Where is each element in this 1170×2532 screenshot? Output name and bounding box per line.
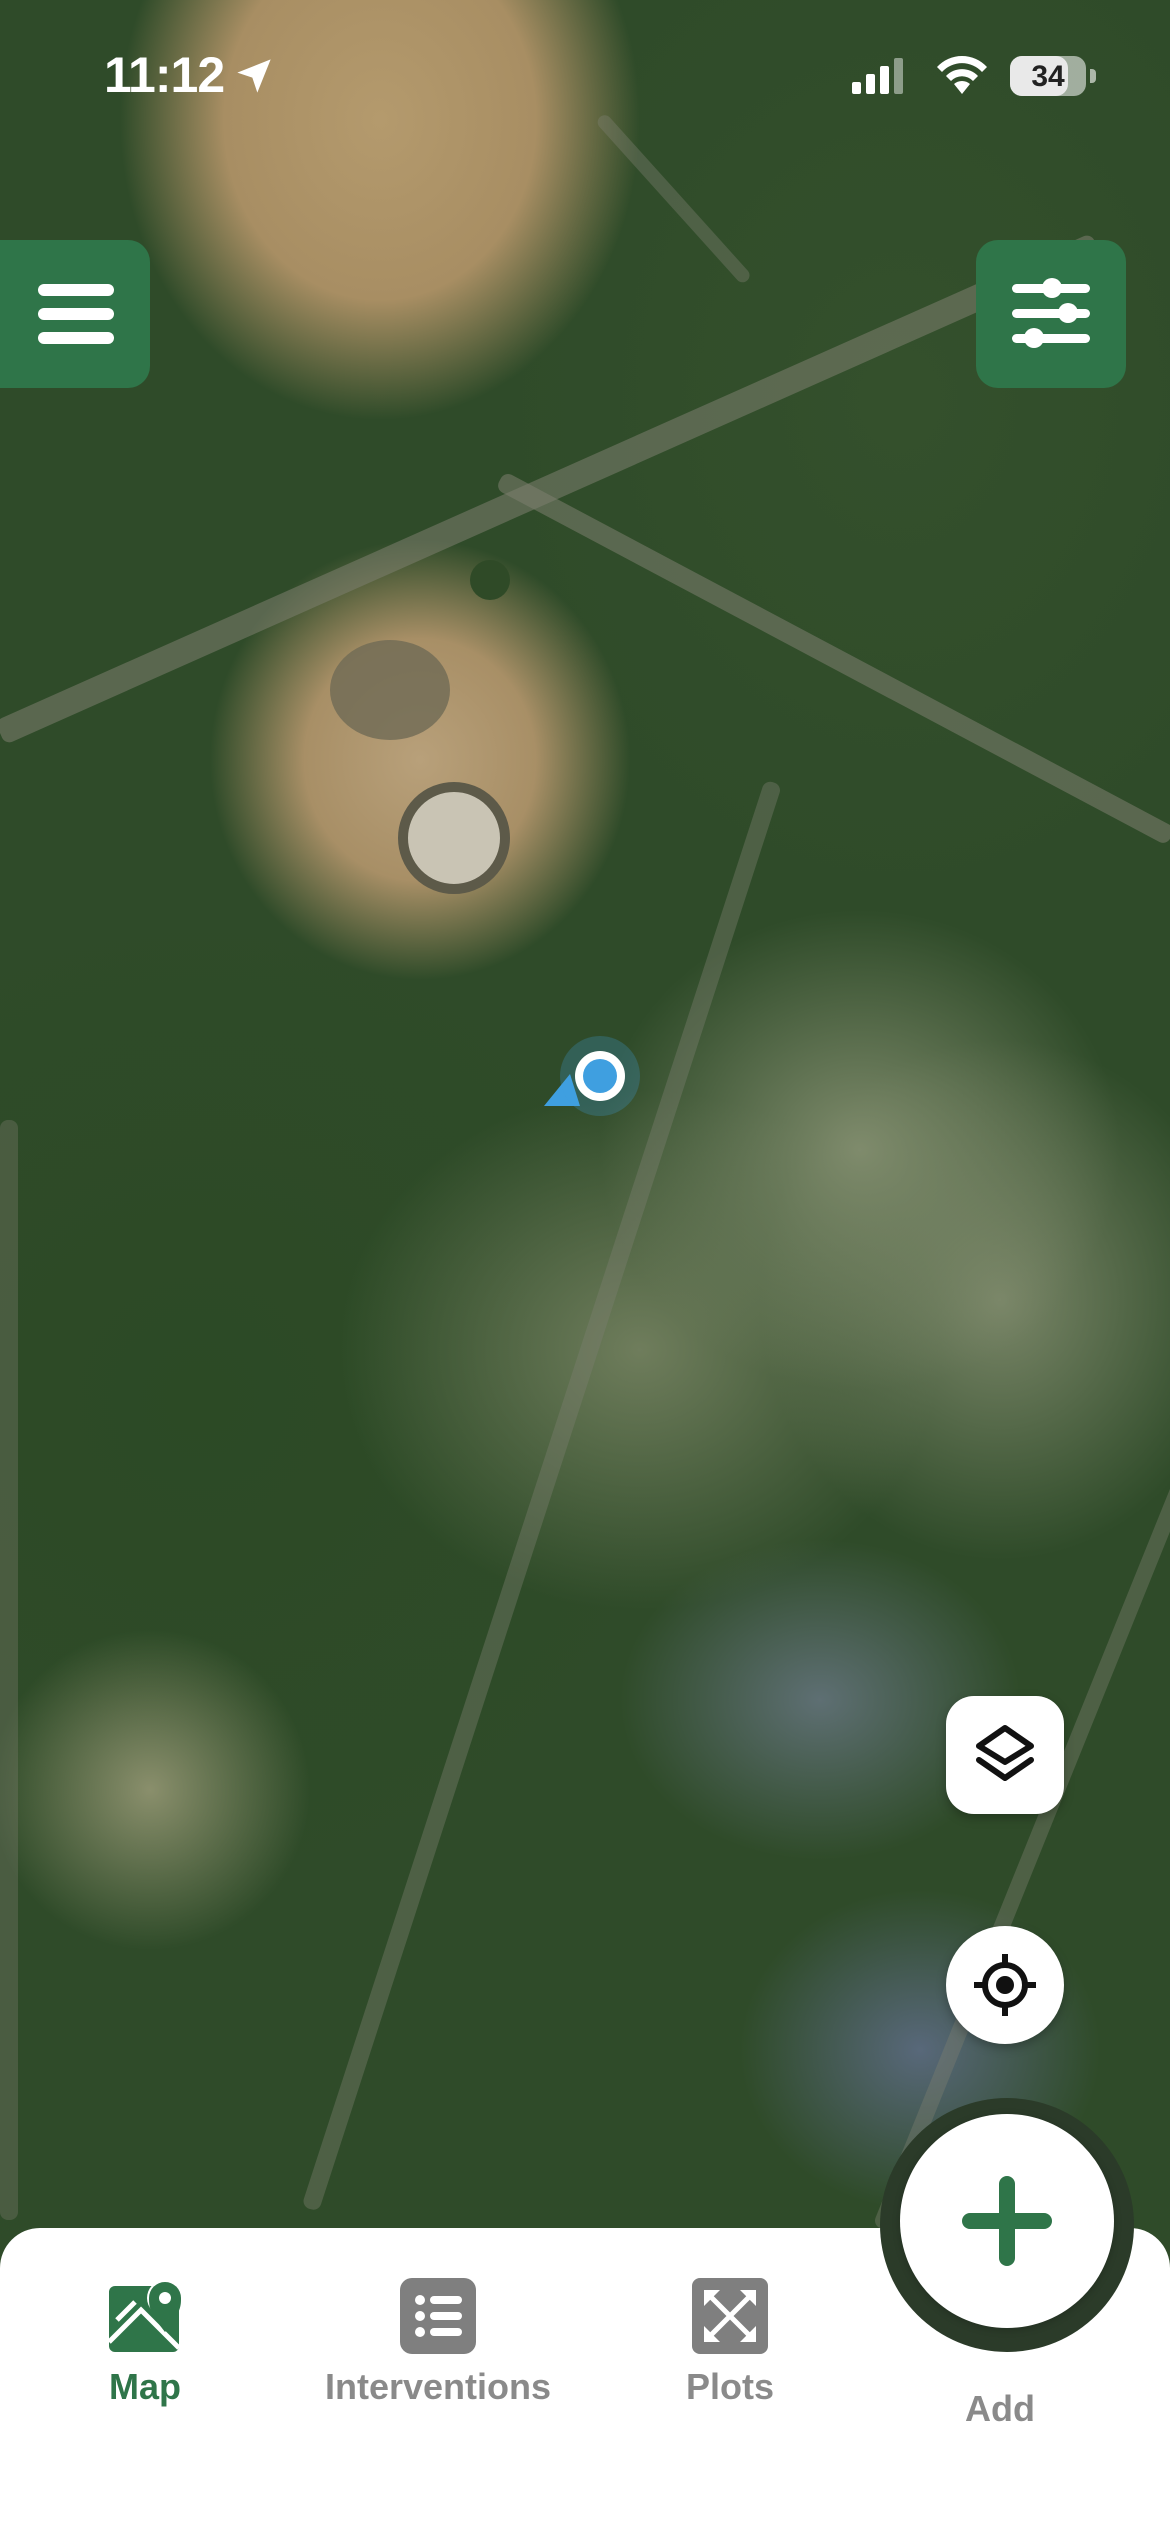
filter-button[interactable] — [976, 240, 1126, 388]
hamburger-menu-icon — [38, 284, 114, 344]
expand-arrows-icon — [692, 2278, 768, 2354]
status-bar: 11:12 34 — [0, 0, 1170, 150]
tab-map[interactable]: Map — [15, 2276, 275, 2408]
status-time: 11:12 — [104, 47, 225, 103]
user-location-marker-icon — [540, 1030, 650, 1140]
tab-interventions-label: Interventions — [324, 2366, 552, 2407]
home-indicator-area — [0, 2520, 1170, 2532]
layers-button[interactable] — [946, 1696, 1064, 1814]
crosshair-locate-icon — [974, 1954, 1036, 2016]
layers-icon — [976, 1725, 1034, 1781]
sliders-filter-icon — [1012, 278, 1090, 348]
plus-icon — [962, 2176, 1052, 2266]
tab-interventions[interactable]: Interventions — [308, 2276, 568, 2408]
cellular-signal-icon — [852, 58, 912, 99]
battery-level: 34 — [1031, 60, 1065, 93]
tab-map-label: Map — [109, 2366, 181, 2407]
menu-button[interactable] — [0, 240, 150, 388]
location-arrow-icon — [234, 56, 274, 101]
add-button[interactable] — [900, 2114, 1114, 2328]
map-pin-icon — [107, 2280, 183, 2352]
wifi-icon — [934, 54, 990, 101]
tab-add-label: Add — [965, 2388, 1035, 2429]
list-icon — [400, 2278, 476, 2354]
locate-me-button[interactable] — [946, 1926, 1064, 2044]
tab-plots[interactable]: Plots — [600, 2276, 860, 2408]
battery-indicator: 34 — [1010, 56, 1096, 96]
tab-plots-label: Plots — [685, 2366, 774, 2407]
